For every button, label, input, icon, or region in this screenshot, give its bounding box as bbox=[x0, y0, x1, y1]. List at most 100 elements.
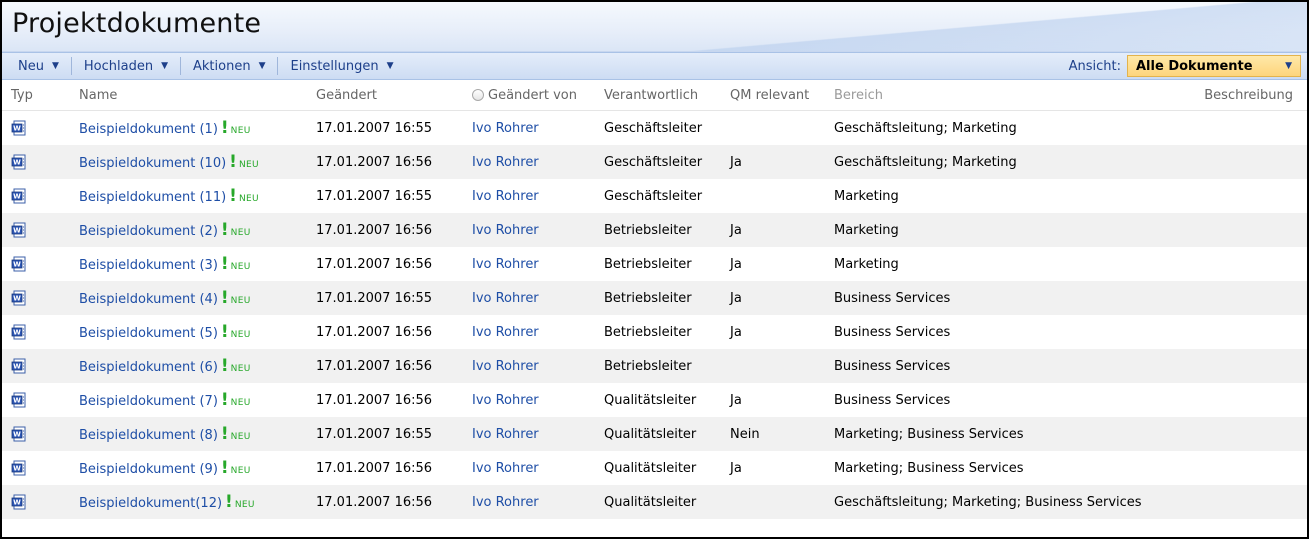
document-link[interactable]: Beispieldokument (10) bbox=[79, 156, 226, 171]
table-row[interactable]: W Beispieldokument (6)! NEU 17.01.2007 16… bbox=[2, 349, 1307, 383]
svg-text:W: W bbox=[13, 465, 21, 473]
chevron-down-icon: ▼ bbox=[161, 61, 168, 71]
user-link[interactable]: Ivo Rohrer bbox=[472, 291, 539, 306]
user-link[interactable]: Ivo Rohrer bbox=[472, 257, 539, 272]
modified-by-cell: Ivo Rohrer bbox=[472, 247, 604, 281]
document-link[interactable]: Beispieldokument (3) bbox=[79, 258, 218, 273]
area-cell: Geschäftsleitung; Marketing bbox=[834, 120, 1017, 136]
user-link[interactable]: Ivo Rohrer bbox=[472, 155, 539, 170]
svg-text:W: W bbox=[13, 499, 21, 507]
word-document-icon[interactable]: W bbox=[11, 324, 27, 340]
column-header-area[interactable]: Bereich bbox=[834, 80, 1190, 111]
modified-cell: 17.01.2007 16:56 bbox=[316, 460, 433, 476]
word-document-icon[interactable]: W bbox=[11, 290, 27, 306]
doc-type-cell: W bbox=[2, 179, 79, 213]
document-link[interactable]: Beispieldokument (6) bbox=[79, 360, 218, 375]
word-document-icon[interactable]: W bbox=[11, 120, 27, 136]
new-badge-label: NEU bbox=[230, 295, 251, 306]
user-link[interactable]: Ivo Rohrer bbox=[472, 121, 539, 136]
user-link[interactable]: Ivo Rohrer bbox=[472, 189, 539, 204]
word-document-icon[interactable]: W bbox=[11, 358, 27, 374]
document-link[interactable]: Beispieldokument(12) bbox=[79, 496, 222, 511]
table-row[interactable]: W Beispieldokument (8)! NEU 17.01.2007 16… bbox=[2, 417, 1307, 451]
description-cell bbox=[1190, 451, 1307, 485]
user-link[interactable]: Ivo Rohrer bbox=[472, 461, 539, 476]
area-cell: Marketing; Business Services bbox=[834, 460, 1024, 476]
upload-menu-button[interactable]: Hochladen ▼ bbox=[76, 53, 176, 79]
word-document-icon[interactable]: W bbox=[11, 392, 27, 408]
new-exclamation-icon: ! bbox=[220, 117, 229, 138]
document-link[interactable]: Beispieldokument (9) bbox=[79, 462, 218, 477]
modified-by-cell: Ivo Rohrer bbox=[472, 417, 604, 451]
actions-menu-label: Aktionen bbox=[193, 58, 251, 74]
column-header-responsible[interactable]: Verantwortlich bbox=[604, 80, 730, 111]
table-row[interactable]: W Beispieldokument (7)! NEU 17.01.2007 16… bbox=[2, 383, 1307, 417]
actions-menu-button[interactable]: Aktionen ▼ bbox=[185, 53, 273, 79]
table-row[interactable]: W Beispieldokument (1)! NEU 17.01.2007 16… bbox=[2, 111, 1307, 146]
responsible-cell: Qualitätsleiter bbox=[604, 485, 730, 519]
doc-type-cell: W bbox=[2, 247, 79, 281]
column-header-description[interactable]: Beschreibung bbox=[1190, 80, 1307, 111]
table-row[interactable]: W Beispieldokument (4)! NEU 17.01.2007 16… bbox=[2, 281, 1307, 315]
view-select[interactable]: Alle Dokumente ▼ bbox=[1127, 55, 1301, 77]
modified-cell: 17.01.2007 16:55 bbox=[316, 188, 433, 204]
table-row[interactable]: W Beispieldokument (5)! NEU 17.01.2007 16… bbox=[2, 315, 1307, 349]
user-link[interactable]: Ivo Rohrer bbox=[472, 223, 539, 238]
column-header-modified-by[interactable]: Geändert von bbox=[472, 80, 604, 111]
qm-relevant-cell bbox=[730, 349, 834, 383]
document-link[interactable]: Beispieldokument (11) bbox=[79, 190, 226, 205]
column-header-type[interactable]: Typ bbox=[2, 80, 79, 111]
new-badge: ! NEU bbox=[221, 289, 251, 307]
new-exclamation-icon: ! bbox=[220, 219, 229, 240]
document-link[interactable]: Beispieldokument (7) bbox=[79, 394, 218, 409]
table-row[interactable]: W Beispieldokument (11)! NEU 17.01.2007 1… bbox=[2, 179, 1307, 213]
doc-name-cell: Beispieldokument (10)! NEU bbox=[79, 145, 316, 179]
doc-name-cell: Beispieldokument (7)! NEU bbox=[79, 383, 316, 417]
document-link[interactable]: Beispieldokument (8) bbox=[79, 428, 218, 443]
word-document-icon[interactable]: W bbox=[11, 494, 27, 510]
column-header-qm-relevant[interactable]: QM relevant bbox=[730, 80, 834, 111]
doc-type-cell: W bbox=[2, 281, 79, 315]
word-document-icon[interactable]: W bbox=[11, 256, 27, 272]
new-menu-button[interactable]: Neu ▼ bbox=[10, 53, 67, 79]
doc-type-cell: W bbox=[2, 383, 79, 417]
word-document-icon[interactable]: W bbox=[11, 426, 27, 442]
document-link[interactable]: Beispieldokument (2) bbox=[79, 224, 218, 239]
word-document-icon[interactable]: W bbox=[11, 154, 27, 170]
word-document-icon[interactable]: W bbox=[11, 222, 27, 238]
modified-cell: 17.01.2007 16:56 bbox=[316, 485, 472, 519]
document-link[interactable]: Beispieldokument (5) bbox=[79, 326, 218, 341]
document-link[interactable]: Beispieldokument (1) bbox=[79, 122, 218, 137]
table-row[interactable]: W Beispieldokument(12)! NEU 17.01.2007 16… bbox=[2, 485, 1307, 519]
table-row[interactable]: W Beispieldokument (10)! NEU 17.01.2007 1… bbox=[2, 145, 1307, 179]
table-row[interactable]: W Beispieldokument (3)! NEU 17.01.2007 16… bbox=[2, 247, 1307, 281]
description-cell bbox=[1190, 315, 1307, 349]
user-link[interactable]: Ivo Rohrer bbox=[472, 359, 539, 374]
table-row[interactable]: W Beispieldokument (9)! NEU 17.01.2007 16… bbox=[2, 451, 1307, 485]
new-badge-label: NEU bbox=[230, 329, 251, 340]
document-link[interactable]: Beispieldokument (4) bbox=[79, 292, 218, 307]
word-document-icon[interactable]: W bbox=[11, 460, 27, 476]
settings-menu-button[interactable]: Einstellungen ▼ bbox=[282, 53, 401, 79]
new-exclamation-icon: ! bbox=[220, 457, 229, 478]
user-link[interactable]: Ivo Rohrer bbox=[472, 427, 539, 442]
doc-type-cell: W bbox=[2, 213, 79, 247]
new-badge-label: NEU bbox=[230, 397, 251, 408]
table-row[interactable]: W Beispieldokument (2)! NEU 17.01.2007 16… bbox=[2, 213, 1307, 247]
modified-by-cell: Ivo Rohrer bbox=[472, 349, 604, 383]
column-header-modified[interactable]: Geändert bbox=[316, 80, 472, 111]
area-cell: Geschäftsleitung; Marketing; Business Se… bbox=[834, 485, 1190, 519]
modified-cell: 17.01.2007 16:56 bbox=[316, 324, 433, 340]
user-link[interactable]: Ivo Rohrer bbox=[472, 325, 539, 340]
word-document-icon[interactable]: W bbox=[11, 188, 27, 204]
table-header-row: Typ Name Geändert Geändert von Verantwor… bbox=[2, 80, 1307, 111]
svg-text:W: W bbox=[13, 125, 21, 133]
user-link[interactable]: Ivo Rohrer bbox=[472, 393, 539, 408]
doc-name-cell: Beispieldokument (3)! NEU bbox=[79, 247, 316, 281]
qm-relevant-cell bbox=[730, 179, 834, 213]
user-link[interactable]: Ivo Rohrer bbox=[472, 495, 539, 510]
svg-text:W: W bbox=[13, 329, 21, 337]
column-header-name[interactable]: Name bbox=[79, 80, 316, 111]
modified-cell: 17.01.2007 16:56 bbox=[316, 145, 472, 179]
svg-text:W: W bbox=[13, 363, 21, 371]
